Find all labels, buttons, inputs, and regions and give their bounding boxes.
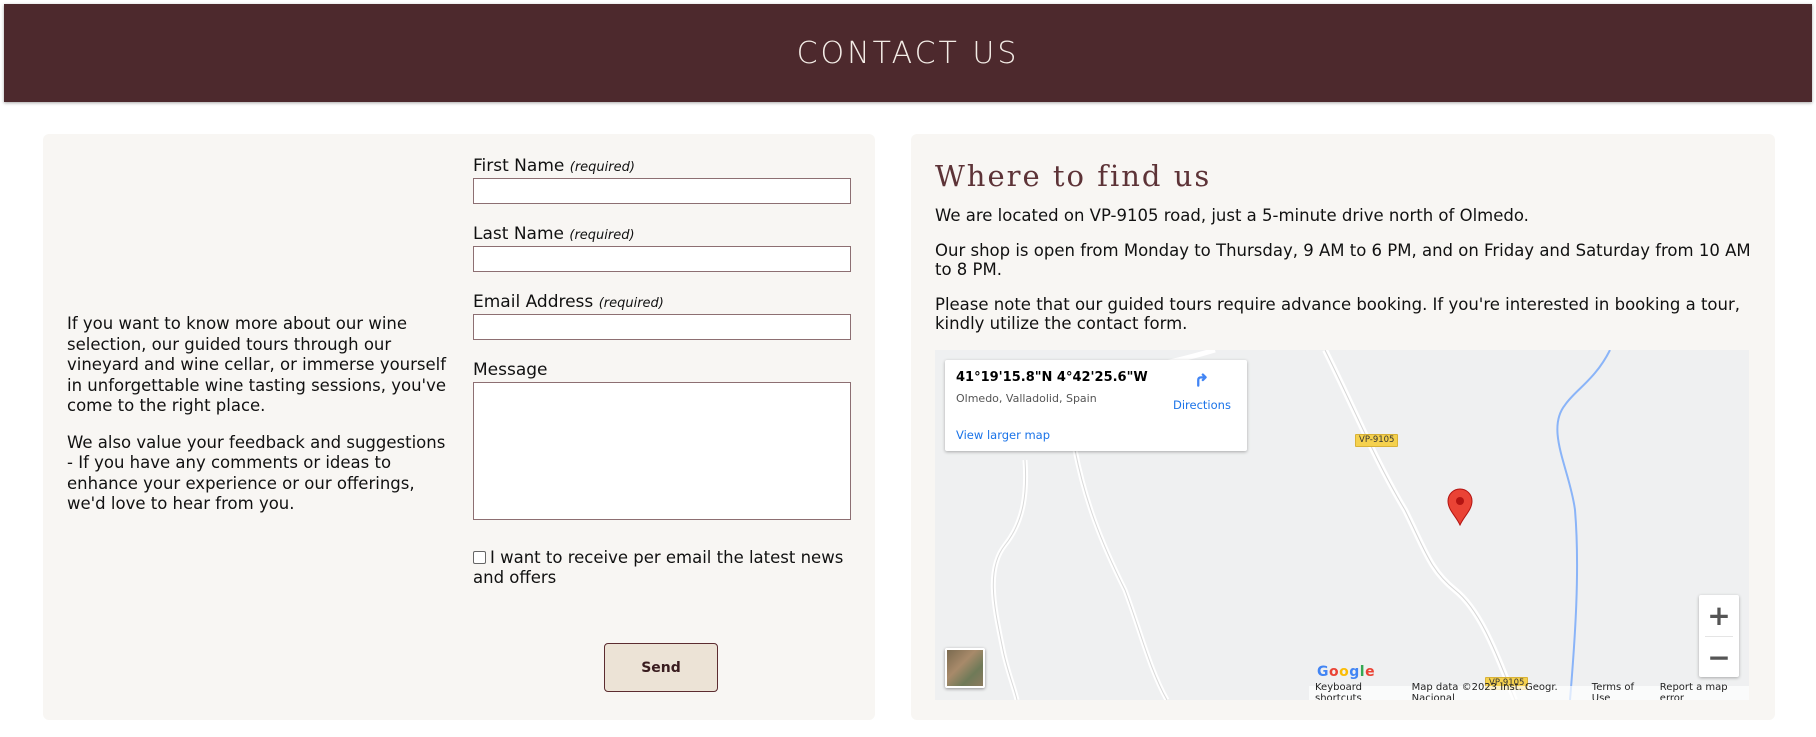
- contact-form: First Name (required) Last Name (require…: [473, 156, 851, 588]
- location-paragraph: We are located on VP-9105 road, just a 5…: [935, 206, 1529, 225]
- last-name-label: Last Name (required): [473, 224, 635, 244]
- intro-text: If you want to know more about our wine …: [67, 314, 449, 531]
- road-shield: VP-9105: [1355, 434, 1399, 447]
- email-label: Email Address (required): [473, 292, 664, 312]
- newsletter-label: I want to receive per email the latest n…: [473, 548, 844, 587]
- zoom-out-button[interactable]: −: [1699, 637, 1739, 678]
- first-name-input[interactable]: [473, 178, 851, 204]
- map-place: Olmedo, Valladolid, Spain: [956, 392, 1097, 405]
- zoom-control: + −: [1699, 595, 1739, 677]
- email-group: Email Address (required): [473, 292, 851, 340]
- zoom-in-button[interactable]: +: [1699, 595, 1739, 636]
- view-larger-map-link[interactable]: View larger map: [956, 428, 1050, 442]
- directions-label: Directions: [1173, 398, 1231, 412]
- map-attribution: Keyboard shortcuts Map data ©2023 Inst. …: [1309, 682, 1749, 700]
- map-coords: 41°19'15.8"N 4°42'25.6"W: [956, 370, 1148, 385]
- location-title: Where to find us: [935, 159, 1212, 193]
- location-card: Where to find us We are located on VP-91…: [911, 134, 1775, 720]
- keyboard-shortcuts-link[interactable]: Keyboard shortcuts: [1315, 682, 1400, 700]
- message-textarea[interactable]: [473, 382, 851, 520]
- last-name-input[interactable]: [473, 246, 851, 272]
- contact-card: If you want to know more about our wine …: [43, 134, 875, 720]
- report-error-link[interactable]: Report a map error: [1660, 682, 1743, 700]
- directions-button[interactable]: Directions: [1173, 370, 1231, 412]
- send-button[interactable]: Send: [604, 643, 718, 692]
- location-text: We are located on VP-9105 road, just a 5…: [935, 206, 1755, 349]
- newsletter-row: I want to receive per email the latest n…: [473, 548, 851, 588]
- intro-paragraph: If you want to know more about our wine …: [67, 314, 447, 415]
- last-name-group: Last Name (required): [473, 224, 851, 272]
- map-data-text: Map data ©2023 Inst. Geogr. Nacional: [1411, 682, 1558, 700]
- google-logo: Google: [1317, 664, 1376, 680]
- directions-icon: [1192, 372, 1210, 390]
- terms-link[interactable]: Terms of Use: [1592, 682, 1648, 700]
- location-paragraph: Our shop is open from Monday to Thursday…: [935, 240, 1751, 280]
- newsletter-checkbox[interactable]: [473, 551, 486, 564]
- email-input[interactable]: [473, 314, 851, 340]
- first-name-label: First Name (required): [473, 156, 635, 176]
- location-pin-icon[interactable]: [1446, 488, 1474, 526]
- first-name-group: First Name (required): [473, 156, 851, 204]
- required-note: (required): [569, 160, 635, 175]
- embedded-map[interactable]: 41°19'15.8"N 4°42'25.6"W Olmedo, Vallado…: [935, 350, 1749, 700]
- page-title: CONTACT US: [796, 35, 1020, 71]
- required-note: (required): [598, 296, 664, 311]
- required-note: (required): [569, 228, 635, 243]
- map-info-card: 41°19'15.8"N 4°42'25.6"W Olmedo, Vallado…: [945, 360, 1247, 451]
- message-label: Message: [473, 360, 548, 380]
- satellite-toggle[interactable]: [945, 648, 985, 688]
- header-banner: CONTACT US: [4, 4, 1812, 102]
- location-paragraph: Please note that our guided tours requir…: [935, 294, 1740, 334]
- intro-paragraph: We also value your feedback and suggesti…: [67, 432, 446, 514]
- message-group: Message: [473, 360, 851, 520]
